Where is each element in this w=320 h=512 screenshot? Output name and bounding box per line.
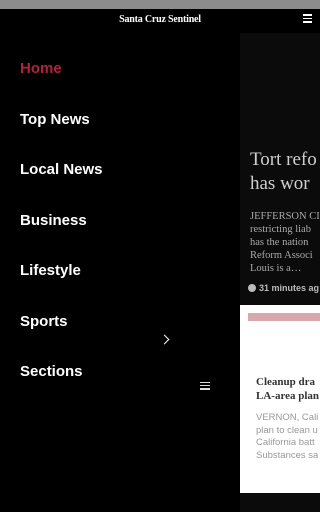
article-headline[interactable]: Tort refo has wor: [250, 148, 320, 196]
masthead-logo[interactable]: Santa Cruz Sentinel: [0, 14, 320, 25]
card-image-placeholder: [248, 313, 320, 321]
nav-item-home[interactable]: Home: [20, 60, 62, 77]
nav-item-sections[interactable]: Sections: [20, 363, 83, 380]
article-preview[interactable]: Tort refo has wor JEFFERSON CI restricti…: [240, 33, 320, 512]
clock-icon: [248, 284, 256, 292]
nav-item-local-news[interactable]: Local News: [20, 161, 103, 178]
card-snippet: VERNON, Cali plan to clean u California …: [256, 412, 319, 461]
nav-item-top-news[interactable]: Top News: [20, 111, 90, 128]
nav-item-business[interactable]: Business: [20, 212, 87, 229]
hamburger-icon[interactable]: [303, 14, 312, 23]
article-card[interactable]: Cleanup dra LA-area plan VERNON, Cali pl…: [240, 305, 320, 493]
article-snippet: JEFFERSON CI restricting liab has the na…: [250, 211, 320, 274]
nav-item-sports[interactable]: Sports: [20, 313, 68, 330]
nav-item-lifestyle[interactable]: Lifestyle: [20, 262, 81, 279]
article-timestamp: 31 minutes ag: [248, 283, 319, 293]
sliders-icon[interactable]: [200, 382, 210, 391]
navigation-drawer: Home Top News Local News Business Lifest…: [0, 33, 240, 512]
card-headline[interactable]: Cleanup dra LA-area plan: [256, 375, 320, 403]
status-bar: [0, 0, 320, 9]
timestamp-text: 31 minutes ag: [259, 283, 320, 293]
